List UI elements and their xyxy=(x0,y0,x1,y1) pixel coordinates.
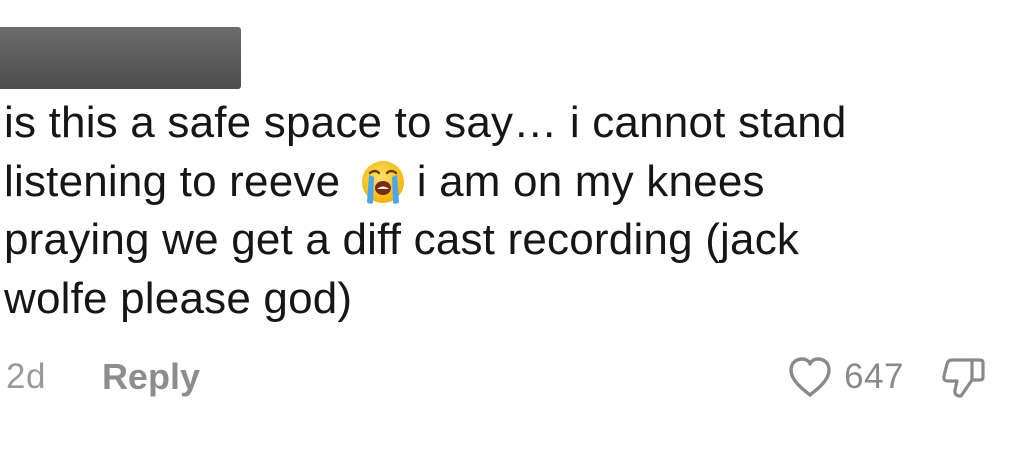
comment-line-2: listening to reeve i am on my knees xyxy=(4,153,1004,212)
comment-timestamp: 2d xyxy=(6,357,46,396)
comment-actions: 647 xyxy=(786,349,986,405)
comment-meta: 2d Reply xyxy=(6,355,200,399)
comment-line-1: is this a safe space to say… i cannot st… xyxy=(4,98,847,147)
like-button[interactable]: 647 xyxy=(786,355,904,399)
comment-line-3: praying we get a diff cast recording (ja… xyxy=(4,215,800,264)
comment-line-2-end: i am on my knees xyxy=(416,156,765,206)
reply-button[interactable]: Reply xyxy=(102,356,200,398)
dislike-button[interactable] xyxy=(940,354,986,400)
comment-body: is this a safe space to say… i cannot st… xyxy=(4,94,1004,328)
loudly-crying-face-icon xyxy=(355,156,411,208)
redacted-username xyxy=(0,27,241,89)
heart-outline-icon[interactable] xyxy=(786,355,834,399)
comment-line-2-start: listening to reeve xyxy=(4,156,341,206)
thumbs-down-icon[interactable] xyxy=(940,354,986,400)
comment-line-4: wolfe please god) xyxy=(4,273,353,323)
like-count: 647 xyxy=(844,357,904,396)
